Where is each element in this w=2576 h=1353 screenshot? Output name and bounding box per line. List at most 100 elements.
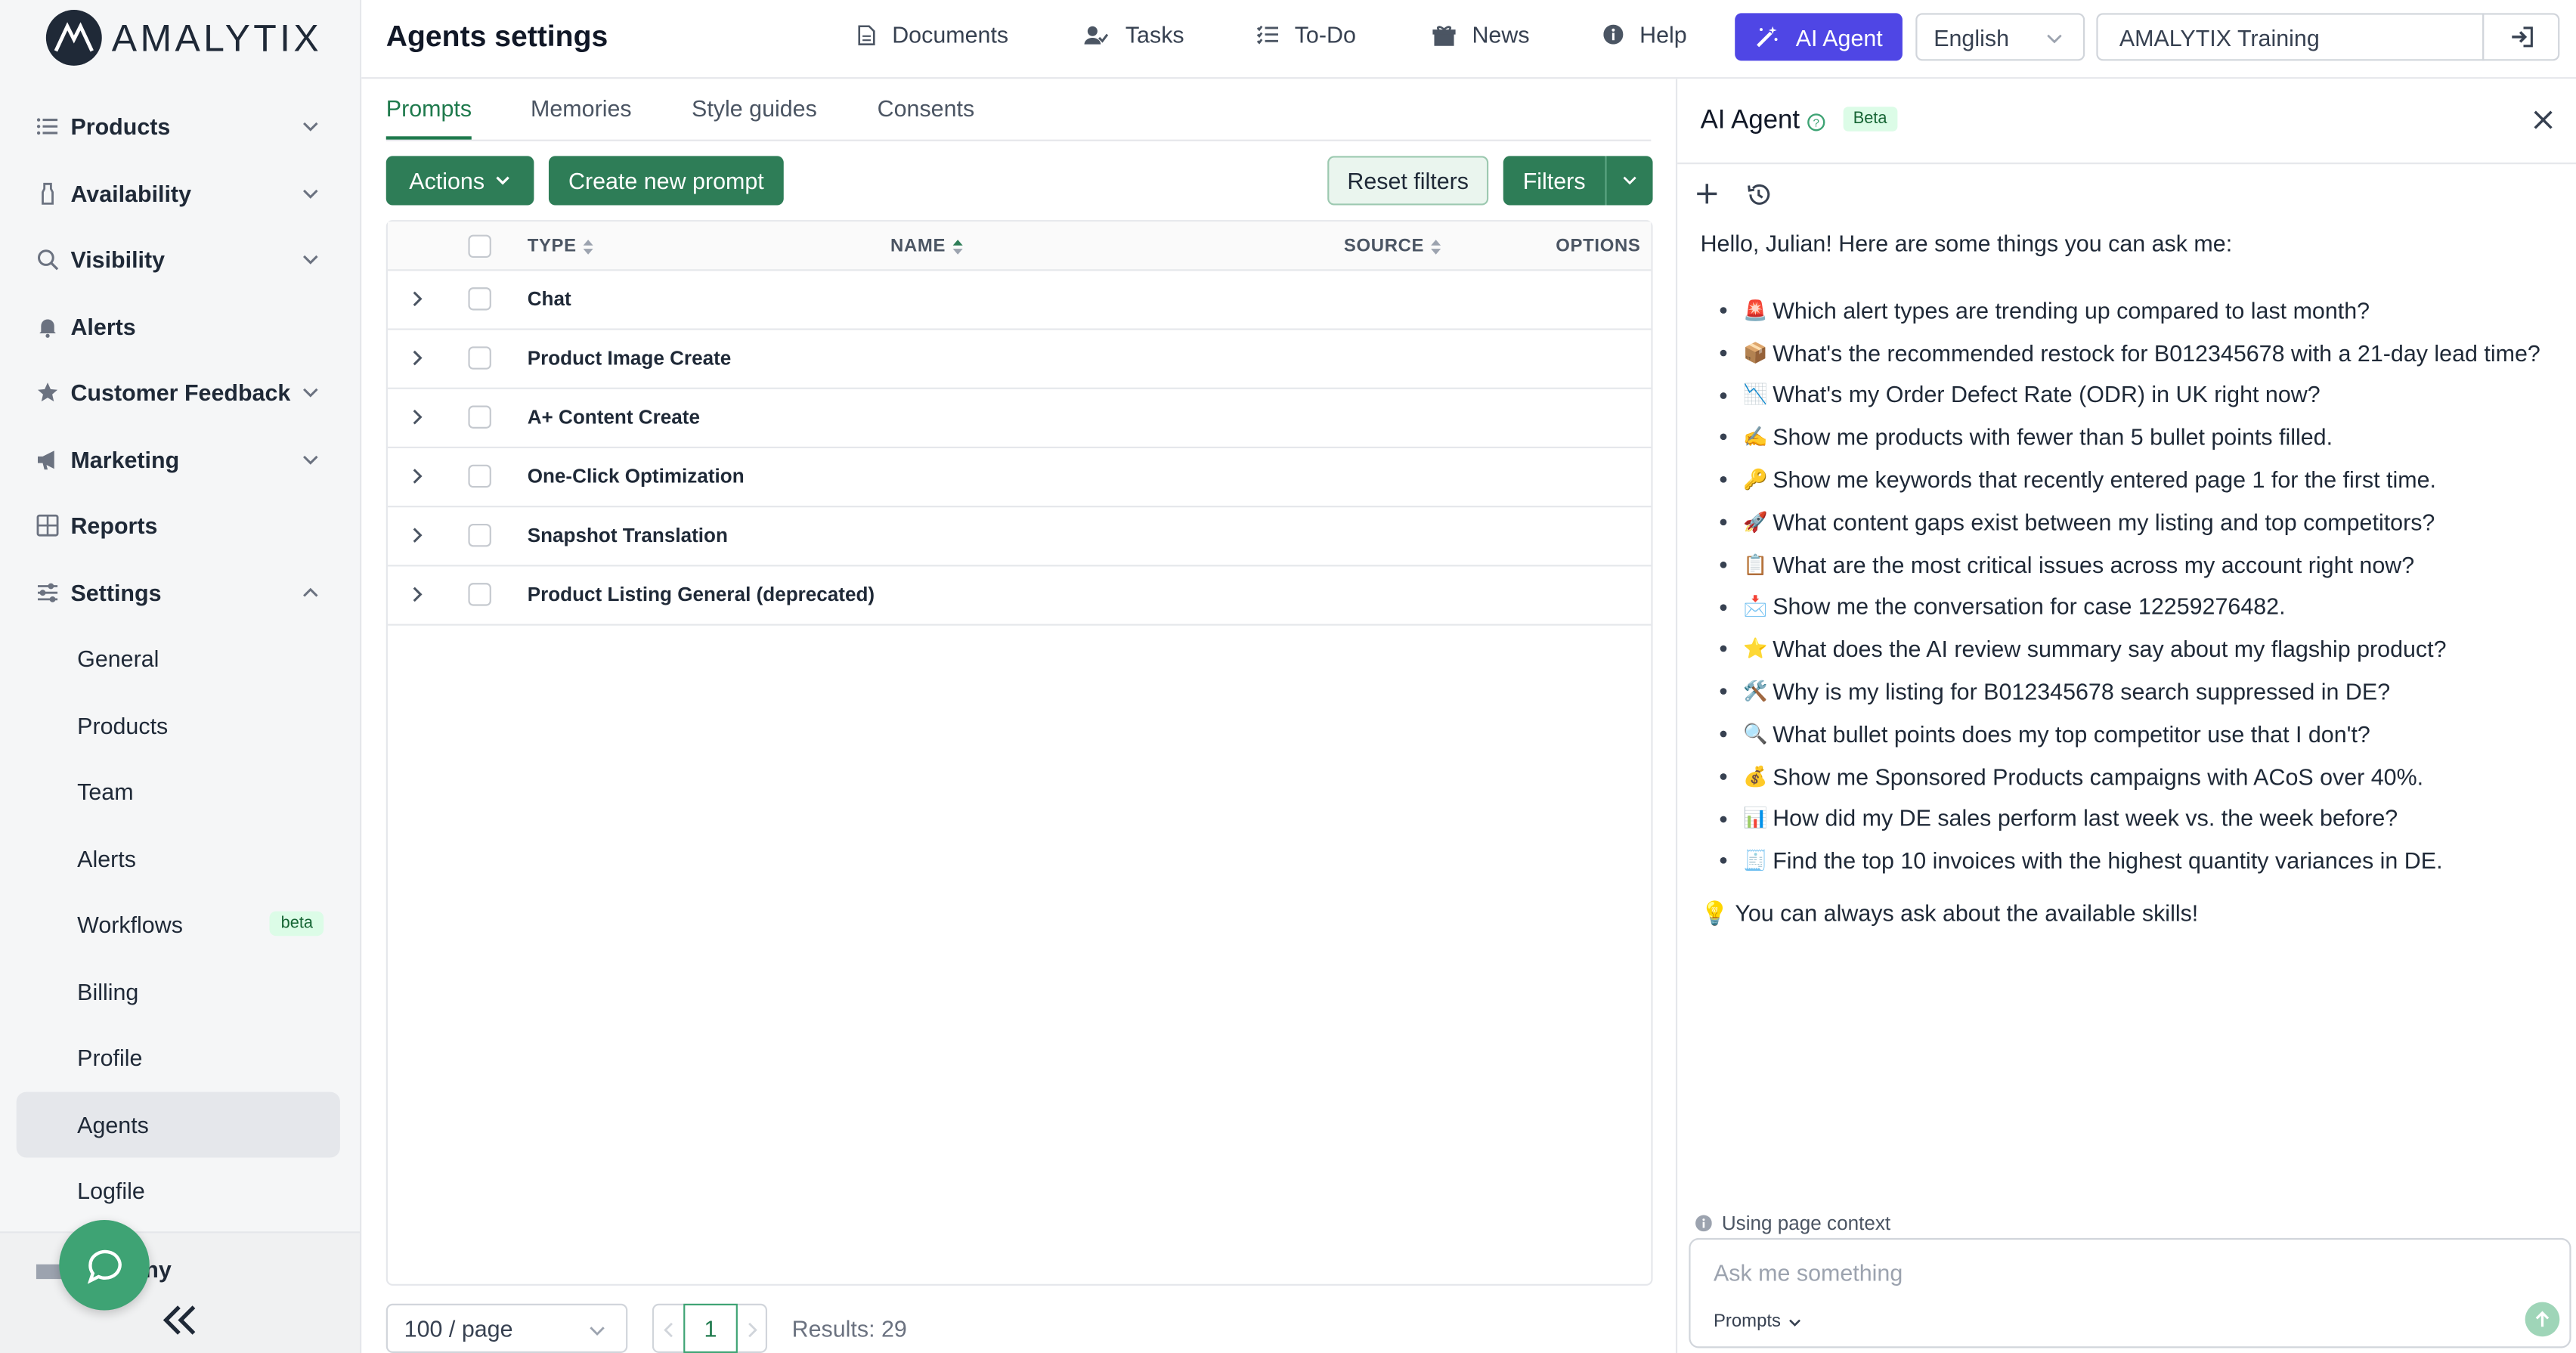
chevron-right-icon[interactable] <box>407 407 427 427</box>
sidebar-item-customer-feedback[interactable]: Customer Feedback <box>0 360 360 426</box>
ai-greeting: Hello, Julian! Here are some things you … <box>1700 230 2233 256</box>
tasks-link[interactable]: Tasks <box>1084 21 1184 48</box>
suggestion-item[interactable]: 🔍 What bullet points does my top competit… <box>1720 713 2558 755</box>
plus-icon[interactable] <box>1695 182 1718 205</box>
row-checkbox[interactable] <box>468 287 491 311</box>
row-checkbox[interactable] <box>468 346 491 370</box>
row-checkbox[interactable] <box>468 464 491 488</box>
sidebar-item-visibility[interactable]: Visibility <box>0 227 360 293</box>
column-header-source[interactable]: SOURCE <box>1344 237 1442 256</box>
account-select[interactable]: AMALYTIX Training <box>2096 13 2485 61</box>
reset-filters-button[interactable]: Reset filters <box>1327 156 1489 206</box>
filters-dropdown-toggle[interactable] <box>1605 156 1653 206</box>
prev-page-icon[interactable] <box>662 1322 675 1339</box>
chevron-right-icon[interactable] <box>407 584 427 604</box>
suggestion-item[interactable]: 📉 What's my Order Defect Rate (ODR) in UK… <box>1720 373 2558 416</box>
sidebar-item-reports[interactable]: Reports <box>0 493 360 559</box>
prompts-dropdown[interactable]: Prompts <box>1714 1312 1802 1332</box>
tab-memories[interactable]: Memories <box>531 95 632 122</box>
suggestion-emoji: 🚨 <box>1743 299 1768 322</box>
help-link[interactable]: Help <box>1603 21 1687 48</box>
sidebar-item-products[interactable]: Products <box>0 94 360 160</box>
ai-agent-button[interactable]: AI Agent <box>1735 13 1903 61</box>
suggestion-item[interactable]: 🛠️ Why is my listing for B012345678 searc… <box>1720 670 2558 713</box>
column-header-name[interactable]: NAME <box>890 237 964 256</box>
filters-button[interactable]: Filters <box>1503 156 1605 206</box>
ai-chat-input[interactable]: Ask me something Prompts <box>1689 1237 2571 1348</box>
documents-link[interactable]: Documents <box>858 21 1008 48</box>
table-row[interactable]: A+ Content Create <box>387 389 1652 449</box>
sidebar-sub-logfile[interactable]: Logfile <box>0 1157 360 1224</box>
column-options-label: OPTIONS <box>1556 236 1641 256</box>
sidebar-sub-label: Logfile <box>77 1178 145 1204</box>
chevron-right-icon[interactable] <box>407 348 427 368</box>
tab-prompts[interactable]: Prompts <box>386 95 472 122</box>
todo-link[interactable]: To-Do <box>1256 21 1356 48</box>
logout-button[interactable] <box>2482 13 2560 61</box>
suggestion-item[interactable]: 🚀 What content gaps exist between my list… <box>1720 501 2558 543</box>
sidebar-item-marketing[interactable]: Marketing <box>0 426 360 493</box>
send-button[interactable] <box>2525 1302 2560 1337</box>
table-row[interactable]: Product Listing General (deprecated) <box>387 566 1652 626</box>
sidebar-item-settings[interactable]: Settings <box>0 559 360 626</box>
sidebar-sub-products[interactable]: Products <box>0 692 360 759</box>
language-select[interactable]: English <box>1915 13 2085 61</box>
sidebar-sub-team[interactable]: Team <box>0 759 360 825</box>
suggestion-emoji: 📊 <box>1743 807 1768 830</box>
history-icon[interactable] <box>1746 182 1771 207</box>
chevron-right-icon[interactable] <box>407 289 427 308</box>
page-number-current[interactable]: 1 <box>683 1303 738 1353</box>
row-checkbox[interactable] <box>468 405 491 429</box>
sidebar-item-alerts[interactable]: Alerts <box>0 293 360 360</box>
suggestion-item[interactable]: 📋 What are the most critical issues acros… <box>1720 543 2558 586</box>
suggestion-item[interactable]: 🧾 Find the top 10 invoices with the highe… <box>1720 840 2558 882</box>
main-content: Prompts Memories Style guides Consents A… <box>361 79 1676 1353</box>
suggestion-item[interactable]: 📦 What's the recommended restock for B012… <box>1720 331 2558 373</box>
news-link[interactable]: News <box>1432 21 1530 48</box>
row-checkbox[interactable] <box>468 523 491 547</box>
suggestion-item[interactable]: ✍️ Show me products with fewer than 5 bul… <box>1720 416 2558 458</box>
sidebar-sub-profile[interactable]: Profile <box>0 1025 360 1091</box>
sidebar-sub-agents[interactable]: Agents <box>16 1091 340 1158</box>
checklist-icon <box>1256 25 1278 45</box>
next-page-icon[interactable] <box>746 1322 759 1339</box>
info-icon <box>1603 24 1624 45</box>
language-value: English <box>1934 23 2010 51</box>
results-count: Results: 29 <box>791 1315 907 1342</box>
help-chat-button[interactable] <box>59 1220 150 1311</box>
page-title: Agents settings <box>385 20 608 53</box>
actions-dropdown-button[interactable]: Actions <box>385 156 534 206</box>
table-row[interactable]: One-Click Optimization <box>387 448 1652 508</box>
collapse-sidebar-icon[interactable] <box>158 1300 201 1339</box>
suggestion-item[interactable]: 🚨 Which alert types are trending up compa… <box>1720 289 2558 331</box>
tasks-label: Tasks <box>1125 21 1184 48</box>
chevron-right-icon[interactable] <box>407 466 427 486</box>
sidebar-sub-general[interactable]: General <box>0 626 360 692</box>
suggestion-item[interactable]: 🔑 Show me keywords that recently entered … <box>1720 458 2558 500</box>
tab-style-guides[interactable]: Style guides <box>692 95 817 122</box>
select-all-checkbox[interactable] <box>468 234 491 259</box>
close-icon[interactable] <box>2531 108 2554 131</box>
chevron-right-icon[interactable] <box>407 525 427 545</box>
sidebar-nav: Products Availability Visibility Alerts … <box>0 94 360 1225</box>
suggestion-item[interactable]: 📊 How did my DE sales perform last week v… <box>1720 797 2558 840</box>
table-row[interactable]: Chat <box>387 271 1652 330</box>
arrow-up-icon <box>2535 1311 2550 1327</box>
help-circle-icon[interactable]: ? <box>1807 113 1825 132</box>
suggestion-item[interactable]: 📩 Show me the conversation for case 12259… <box>1720 586 2558 628</box>
page-size-select[interactable]: 100 / page <box>385 1303 628 1353</box>
tab-consents[interactable]: Consents <box>878 95 975 122</box>
suggestion-item[interactable]: 💰 Show me Sponsored Products campaigns wi… <box>1720 755 2558 797</box>
sidebar-sub-workflows[interactable]: Workflows beta <box>0 892 360 958</box>
row-checkbox[interactable] <box>468 583 491 606</box>
sidebar-sub-alerts[interactable]: Alerts <box>0 825 360 892</box>
top-bar: Agents settings Documents Tasks To-Do Ne… <box>361 0 2576 79</box>
sidebar-item-availability[interactable]: Availability <box>0 160 360 227</box>
suggestion-item[interactable]: ⭐ What does the AI review summary say abo… <box>1720 628 2558 670</box>
brand-logo[interactable]: AMALYTIX <box>45 10 322 66</box>
table-row[interactable]: Snapshot Translation <box>387 507 1652 567</box>
sidebar-sub-billing[interactable]: Billing <box>0 958 360 1025</box>
table-row[interactable]: Product Image Create <box>387 330 1652 389</box>
create-new-prompt-button[interactable]: Create new prompt <box>548 156 784 206</box>
column-header-type[interactable]: TYPE <box>528 237 595 256</box>
